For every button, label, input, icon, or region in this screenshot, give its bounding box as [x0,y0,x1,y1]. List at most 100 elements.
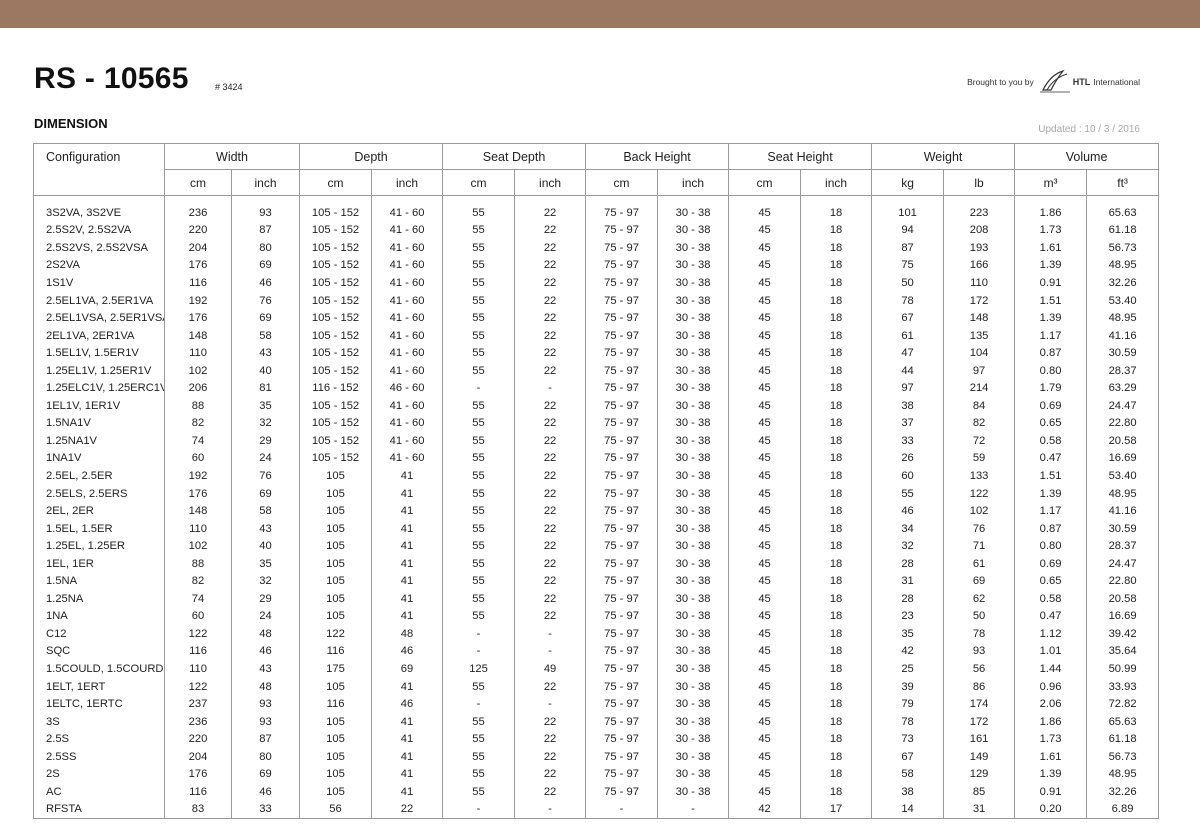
value-cell: 18 [800,572,873,591]
group-header: Seat Depth [442,143,587,170]
value-cell: 22 [514,222,587,240]
value-cell: 105 [299,678,373,696]
config-name-cell: 2.5ELS, 2.5ERS [33,485,165,503]
value-cell: 41 [371,730,444,749]
value-cell: 28 [871,590,945,609]
value-cell: 55 [442,467,516,486]
value-cell: 46 [230,783,301,802]
value-cell: 18 [800,432,873,451]
value-cell: 148 [164,327,232,345]
config-name-cell: 3S [33,713,165,731]
value-cell: 122 [943,485,1016,503]
value-cell: 40 [230,537,301,556]
value-cell: 41 - 60 [371,415,444,433]
unit-header: inch [230,169,301,196]
value-cell: 166 [943,257,1016,275]
value-cell: 30 - 38 [657,730,730,749]
value-cell: 0.69 [1014,397,1088,416]
value-cell: 32 [230,572,301,591]
config-name-cell: 1.25NA1V [33,432,165,451]
value-cell: 43 [230,660,301,679]
unit-header: inch [371,169,444,196]
value-cell: 41 [371,678,444,696]
value-cell: 30 - 38 [657,748,730,766]
config-name-cell: 1.5EL1V, 1.5ER1V [33,344,165,363]
value-cell: 110 [164,344,232,363]
value-cell: 41 [371,572,444,591]
value-cell: 18 [800,362,873,380]
table-row: 1.25EL1V, 1.25ER1V 102 40 105 - 152 41 - 60 5… [33,362,1160,380]
value-cell: 23 [871,608,945,626]
spacer-cell [230,195,301,205]
value-cell: 28.37 [1086,362,1160,380]
table-row: 2EL, 2ER 148 58 105 41 55 22 75 - 97 30 - 38 45 18… [33,502,1160,521]
value-cell: 76 [230,292,301,310]
value-cell: 16.69 [1086,450,1160,468]
value-cell: 18 [800,766,873,784]
value-cell: 61 [943,555,1016,573]
value-cell: 75 - 97 [585,695,659,714]
value-cell: 20.58 [1086,590,1160,609]
value-cell: 0.87 [1014,344,1088,363]
value-cell: 30 - 38 [657,239,730,258]
value-cell: 75 - 97 [585,327,659,345]
value-cell: 1.39 [1014,766,1088,784]
value-cell: 22 [514,239,587,258]
table-row: 1ELTC, 1ERTC 237 93 116 46- -75 - 97 30 - 38 45… [33,695,1160,714]
table-row: 3S 236 93 105 41 55 22 75 - 97 30 - 38 45 18 78 172 1… [33,713,1160,731]
value-cell: 75 - 97 [585,239,659,258]
value-cell: 55 [442,590,516,609]
value-cell: 22 [514,309,587,328]
value-cell: 93 [943,643,1016,661]
value-cell: 30 - 38 [657,257,730,275]
value-cell: 55 [442,222,516,240]
value-cell: 41 [371,502,444,521]
config-name-cell: 2.5S2V, 2.5S2VA [33,222,165,240]
table-row: 1.5COULD, 1.5COURD 110 43 175 69 125 49 75 - 97… [33,660,1160,679]
value-cell: 18 [800,537,873,556]
value-cell: 48 [371,625,444,644]
value-cell: 75 - 97 [585,608,659,626]
value-cell: 75 [871,257,945,275]
value-cell: 30 - 38 [657,713,730,731]
value-cell: 102 [164,362,232,380]
value-cell: 55 [442,572,516,591]
value-cell: 74 [164,432,232,451]
value-cell: 105 [299,713,373,731]
value-cell: 0.20 [1014,801,1088,820]
value-cell: 38 [871,783,945,802]
value-cell: 82 [164,572,232,591]
config-name-cell: 2.5SS [33,748,165,766]
brand-credit: Brought to you by HTL International [967,68,1140,96]
value-cell: 176 [164,766,232,784]
table-body: 3S2VA, 3S2VE 236 93 105 - 152 41 - 60 55 22 75 … [33,195,1160,820]
value-cell: 55 [442,783,516,802]
value-cell: 82 [943,415,1016,433]
value-cell: 48.95 [1086,766,1160,784]
value-cell: 45 [728,643,802,661]
unit-header: cm [585,169,659,196]
brought-by-text: Brought to you by [967,77,1034,87]
value-cell: 75 - 97 [585,713,659,731]
spacer-cell [657,195,730,205]
value-cell: 47 [871,344,945,363]
value-cell: 0.96 [1014,678,1088,696]
value-cell: 75 - 97 [585,432,659,451]
value-cell: 75 - 97 [585,257,659,275]
value-cell: 65.63 [1086,713,1160,731]
value-cell: 176 [164,257,232,275]
value-cell: 46 [371,695,444,714]
value-cell: 32.26 [1086,783,1160,802]
value-cell: 35 [230,397,301,416]
value-cell: 30 - 38 [657,450,730,468]
value-cell: 55 [442,748,516,766]
value-cell: 75 - 97 [585,204,659,223]
value-cell: 45 [728,379,802,398]
value-cell: 175 [299,660,373,679]
value-cell: 22 [514,608,587,626]
value-cell: 56 [943,660,1016,679]
value-cell: 102 [943,502,1016,521]
value-cell: 105 [299,572,373,591]
value-cell: 34 [871,520,945,538]
value-cell: - [657,801,730,820]
